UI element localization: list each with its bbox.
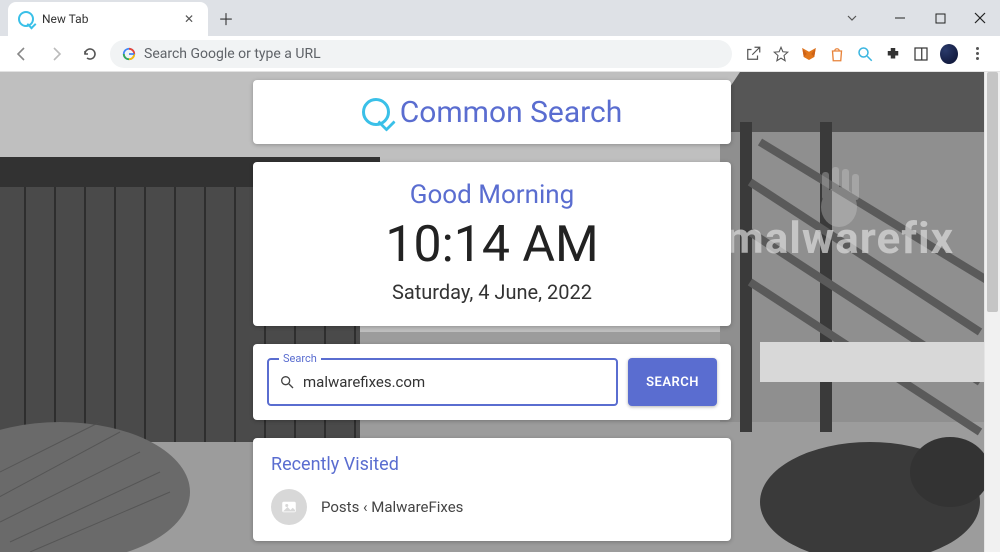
minimize-button[interactable] <box>880 4 920 32</box>
clock-card: Good Morning 10:14 AM Saturday, 4 June, … <box>253 162 731 326</box>
browser-menu-button[interactable] <box>968 45 986 63</box>
page-viewport: malwarefix Common Search Good Morning 10… <box>0 72 1000 552</box>
list-item-label: Posts ‹ MalwareFixes <box>321 498 463 516</box>
greeting-text: Good Morning <box>253 180 731 210</box>
new-tab-button[interactable]: ＋ <box>208 0 244 36</box>
page-content: malwarefix Common Search Good Morning 10… <box>0 72 984 552</box>
search-legend: Search <box>279 352 321 365</box>
reading-list-icon[interactable] <box>912 45 930 63</box>
search-icon <box>362 98 390 126</box>
search-icon <box>18 11 34 27</box>
share-icon[interactable] <box>744 45 762 63</box>
brand-card: Common Search <box>253 80 731 144</box>
omnibox-placeholder: Search Google or type a URL <box>144 46 321 62</box>
tabs-dropdown-button[interactable] <box>832 4 872 32</box>
extensions-puzzle-icon[interactable] <box>884 45 902 63</box>
scrollbar[interactable] <box>984 72 1000 552</box>
list-item[interactable]: Posts ‹ MalwareFixes <box>271 489 713 525</box>
watermark-hand-icon <box>804 162 874 236</box>
shopping-bag-icon[interactable] <box>828 45 846 63</box>
browser-tab[interactable]: New Tab ✕ <box>8 2 208 36</box>
brand-title: Common Search <box>400 95 623 130</box>
window-titlebar: New Tab ✕ ＋ <box>0 0 1000 36</box>
search-extension-icon[interactable] <box>856 45 874 63</box>
time-text: 10:14 AM <box>253 216 731 274</box>
recently-visited-title: Recently Visited <box>271 454 713 475</box>
address-bar[interactable]: Search Google or type a URL <box>110 40 732 68</box>
search-card: Search SEARCH <box>253 344 731 420</box>
search-icon <box>279 374 295 390</box>
close-window-button[interactable] <box>960 4 1000 32</box>
image-placeholder-icon <box>271 489 307 525</box>
search-input[interactable] <box>303 373 606 391</box>
google-icon <box>122 47 136 61</box>
window-controls <box>832 0 1000 36</box>
tab-title: New Tab <box>42 12 172 26</box>
back-button[interactable] <box>8 40 36 68</box>
recently-visited-card: Recently Visited Posts ‹ MalwareFixes <box>253 438 731 541</box>
browser-toolbar: Search Google or type a URL <box>0 36 1000 72</box>
reload-button[interactable] <box>76 40 104 68</box>
metamask-icon[interactable] <box>800 45 818 63</box>
close-icon[interactable]: ✕ <box>180 10 198 28</box>
forward-button[interactable] <box>42 40 70 68</box>
search-field[interactable]: Search <box>267 358 618 406</box>
bookmark-star-icon[interactable] <box>772 45 790 63</box>
scrollbar-thumb[interactable] <box>987 72 998 312</box>
search-button[interactable]: SEARCH <box>628 358 717 406</box>
extension-icons <box>738 45 992 63</box>
profile-avatar[interactable] <box>940 45 958 63</box>
center-column: Common Search Good Morning 10:14 AM Satu… <box>253 80 731 552</box>
maximize-button[interactable] <box>920 4 960 32</box>
date-text: Saturday, 4 June, 2022 <box>253 280 731 304</box>
